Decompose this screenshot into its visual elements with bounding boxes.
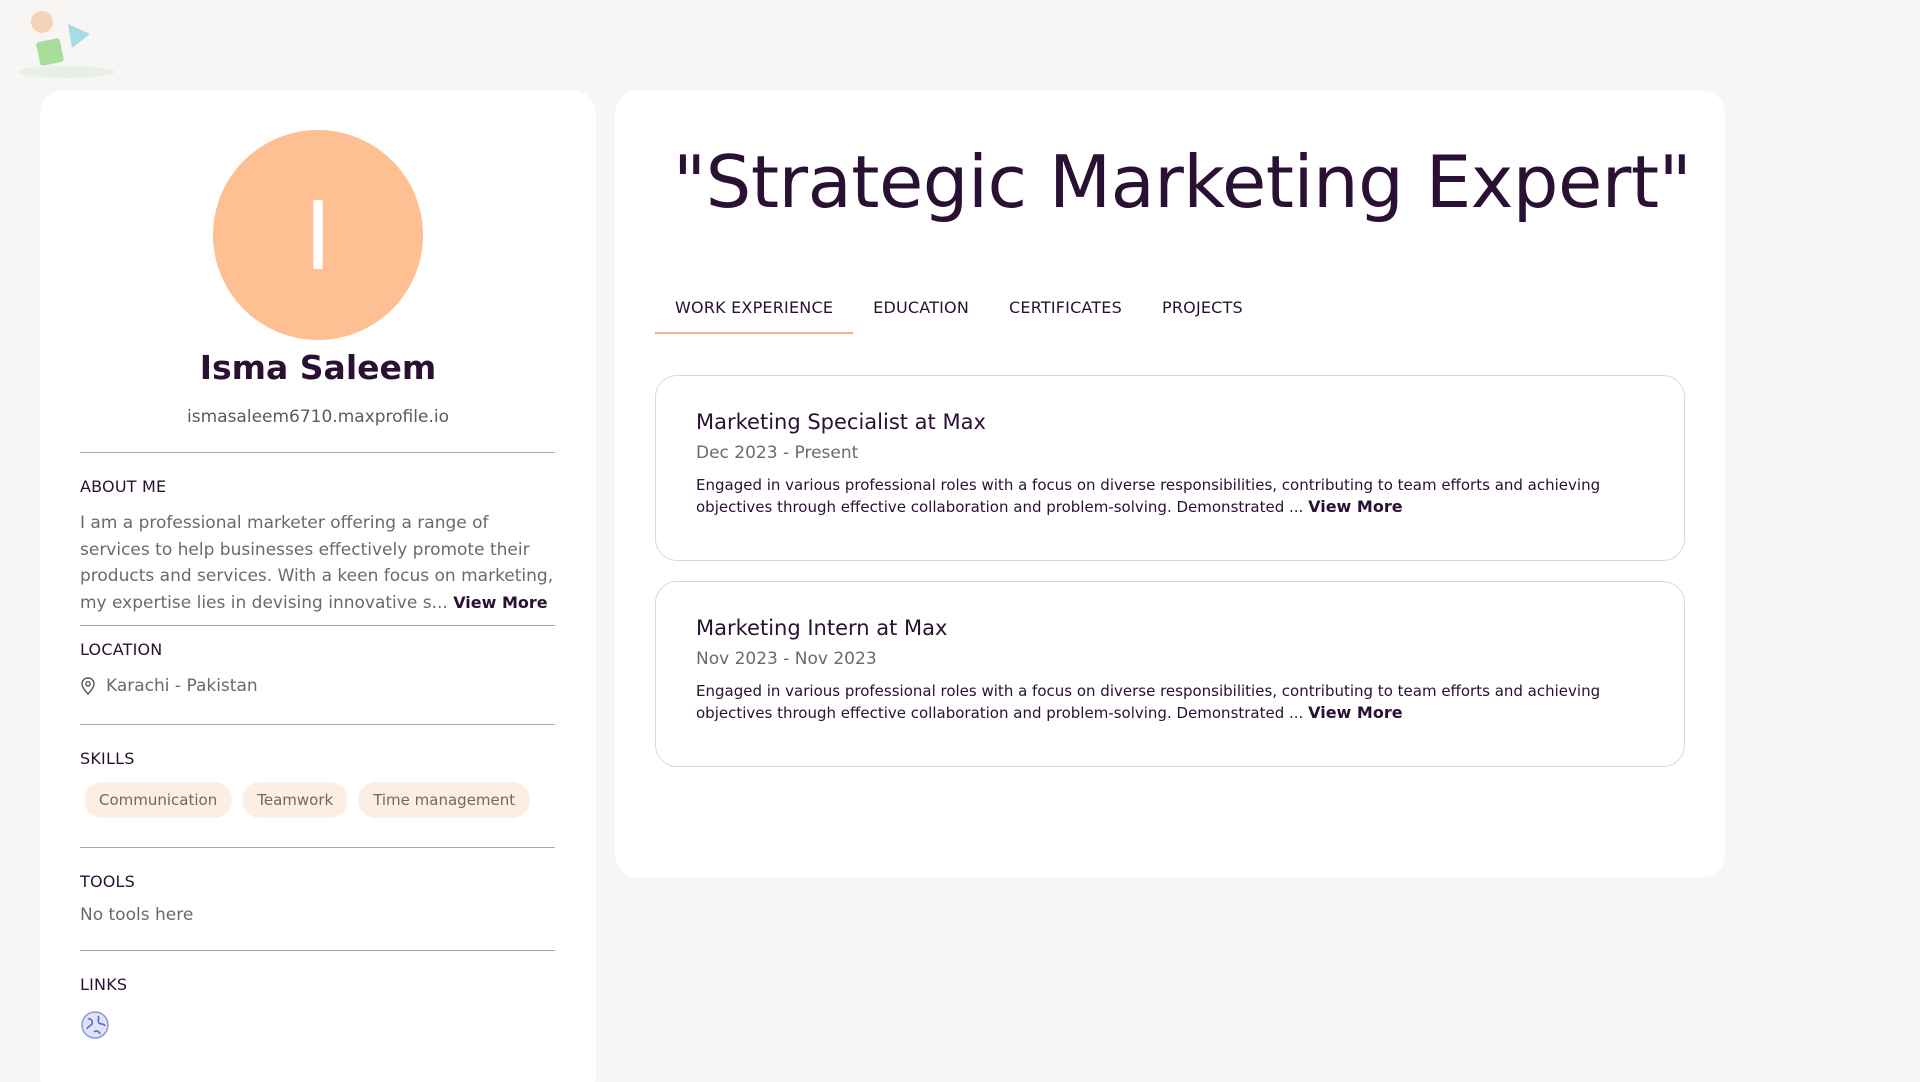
- tools-title: TOOLS: [80, 872, 136, 891]
- tab-bar: WORK EXPERIENCE EDUCATION CERTIFICATES P…: [655, 290, 1263, 334]
- about-view-more-link[interactable]: View More: [453, 593, 547, 612]
- profile-name: Isma Saleem: [199, 348, 437, 387]
- experience-card: Marketing Intern at Max Nov 2023 - Nov 2…: [655, 581, 1685, 767]
- main-card: "Strategic Marketing Expert" WORK EXPERI…: [615, 90, 1725, 878]
- experience-description: Engaged in various professional roles wi…: [696, 680, 1644, 724]
- profile-url[interactable]: ismasaleem6710.maxprofile.io: [40, 407, 596, 427]
- experience-description-text: Engaged in various professional roles wi…: [696, 476, 1601, 516]
- location-title: LOCATION: [80, 640, 163, 659]
- skills-list: Communication Teamwork Time management: [84, 782, 531, 818]
- skill-chip: Communication: [84, 782, 233, 818]
- experience-title: Marketing Intern at Max: [696, 616, 948, 640]
- experience-card: Marketing Specialist at Max Dec 2023 - P…: [655, 375, 1685, 561]
- tab-work-experience[interactable]: WORK EXPERIENCE: [655, 290, 854, 334]
- experience-view-more-link[interactable]: View More: [1308, 703, 1402, 722]
- divider: [80, 847, 555, 848]
- skills-title: SKILLS: [80, 749, 135, 768]
- page-title: "Strategic Marketing Expert": [673, 140, 1692, 224]
- experience-title: Marketing Specialist at Max: [696, 410, 986, 434]
- divider: [80, 452, 555, 453]
- divider: [80, 724, 555, 725]
- divider: [80, 950, 555, 951]
- about-title: ABOUT ME: [80, 477, 167, 496]
- avatar: I: [213, 130, 423, 340]
- divider: [80, 625, 555, 626]
- experience-description-text: Engaged in various professional roles wi…: [696, 682, 1601, 722]
- globe-icon[interactable]: [80, 1010, 110, 1040]
- experience-dates: Dec 2023 - Present: [696, 443, 859, 463]
- tab-certificates[interactable]: CERTIFICATES: [989, 290, 1142, 334]
- location-row: Karachi - Pakistan: [80, 676, 258, 696]
- brand-logo-icon[interactable]: [12, 6, 122, 82]
- tab-projects[interactable]: PROJECTS: [1142, 290, 1263, 334]
- tools-empty-text: No tools here: [80, 905, 194, 925]
- profile-card: I Isma Saleem ismasaleem6710.maxprofile.…: [40, 90, 596, 1082]
- links-title: LINKS: [80, 975, 128, 994]
- experience-dates: Nov 2023 - Nov 2023: [696, 649, 877, 669]
- experience-view-more-link[interactable]: View More: [1308, 497, 1402, 516]
- map-pin-icon: [81, 677, 95, 695]
- skill-chip: Time management: [358, 782, 531, 818]
- tab-education[interactable]: EDUCATION: [853, 290, 989, 334]
- about-text: I am a professional marketer offering a …: [80, 510, 560, 616]
- location-value: Karachi - Pakistan: [106, 676, 258, 696]
- skill-chip: Teamwork: [242, 782, 349, 818]
- experience-description: Engaged in various professional roles wi…: [696, 474, 1644, 518]
